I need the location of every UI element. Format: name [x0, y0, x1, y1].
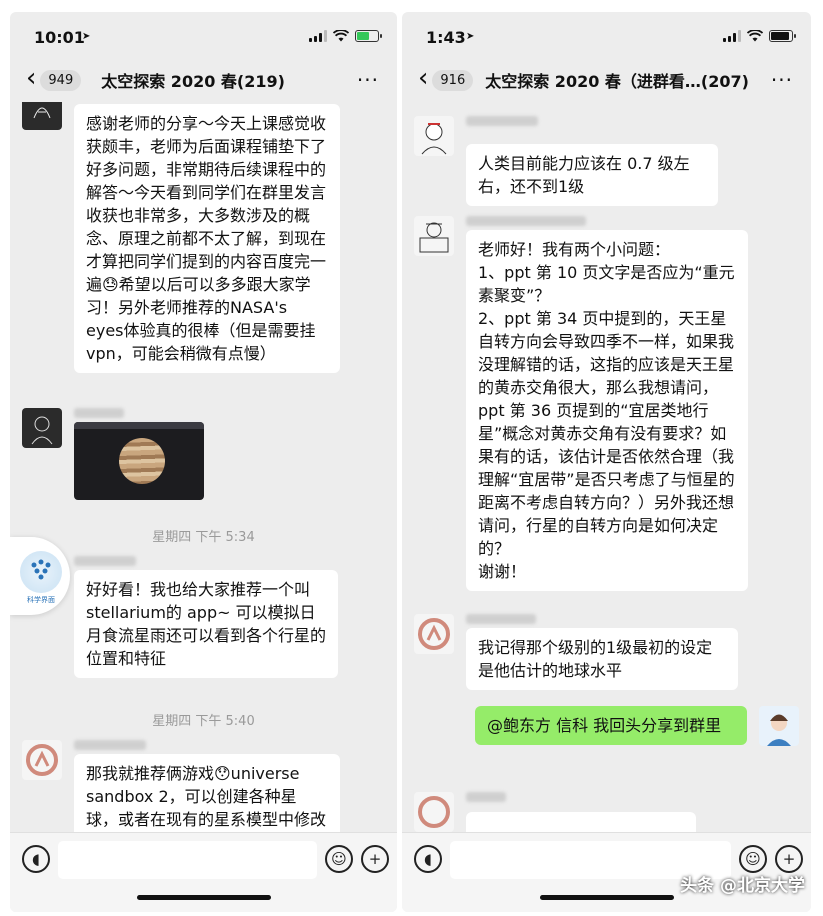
message-bubble[interactable]: 我记得那个级别的1级最初的设定是他估计的地球水平 [466, 628, 738, 690]
avatar[interactable] [414, 614, 454, 654]
more-icon[interactable]: ··· [771, 68, 793, 92]
message-bubble[interactable]: 感谢老师的分享～今天上课感觉收获颇丰，老师为后面课程铺垫下了好多问题，非常期待后… [74, 104, 340, 373]
battery-icon [355, 30, 382, 42]
more-icon[interactable]: ··· [357, 68, 379, 92]
wifi-icon [333, 30, 349, 42]
home-indicator [136, 895, 271, 900]
avatar[interactable] [414, 216, 454, 256]
message-list[interactable]: 感谢老师的分享～今天上课感觉收获颇丰，老师为后面课程铺垫下了好多问题，非常期待后… [10, 102, 397, 832]
right-phone-screenshot: 1:43 ➤ ‹ 916 太空探索 2020 春（进群看…(207) ··· 人… [402, 12, 811, 912]
status-bar: 10:01 ➤ [10, 12, 397, 58]
signal-icon [309, 30, 327, 42]
avatar[interactable] [414, 792, 454, 832]
message-bubble[interactable]: 好好看！我也给大家推荐一个叫stellarium的 app~ 可以模拟日月食流星… [74, 570, 338, 678]
unread-count-badge: 916 [432, 69, 474, 91]
signal-icon [723, 30, 741, 42]
location-arrow-icon: ➤ [82, 31, 91, 42]
plus-icon[interactable]: + [775, 845, 803, 873]
message-bubble[interactable]: 人类目前能力应该在 0.7 级左右，还不到1级 [466, 144, 718, 206]
message-bubble-self[interactable]: @鲍东方 信科 我回头分享到群里 [475, 706, 747, 745]
sender-name-blurred [74, 556, 136, 566]
chat-nav-bar: ‹ 916 太空探索 2020 春（进群看…(207) ··· [402, 60, 811, 100]
jupiter-image[interactable] [74, 422, 204, 500]
sender-name-blurred [466, 614, 536, 624]
sender-name-blurred [466, 792, 506, 802]
avatar[interactable] [414, 116, 454, 156]
sender-name-blurred [74, 408, 124, 418]
voice-icon[interactable]: ◖ [414, 845, 442, 873]
wifi-icon [747, 30, 763, 42]
avatar-self[interactable] [759, 706, 799, 746]
avatar[interactable] [22, 408, 62, 448]
plus-icon[interactable]: + [361, 845, 389, 873]
timestamp: 星期四 下午 5:34 [152, 530, 255, 545]
logo-caption: 科学界面 [27, 596, 55, 604]
message-bubble[interactable]: 老师好！我有两个小问题： 1、ppt 第 10 页文字是否应为“重元素聚变”？ … [466, 230, 748, 591]
message-item-self: @鲍东方 信科 我回头分享到群里 [459, 706, 799, 770]
voice-icon[interactable]: ◖ [22, 845, 50, 873]
science-logo-icon [20, 551, 62, 593]
back-button[interactable]: ‹ 949 [26, 65, 82, 91]
chat-title: 太空探索 2020 春(219) [101, 72, 285, 91]
chat-input-bar: ◖ ☺ + [10, 832, 397, 912]
jupiter-planet [119, 438, 165, 484]
sender-name-blurred [466, 216, 586, 226]
watermark: 头条 @北京大学 [680, 876, 805, 896]
message-bubble[interactable]: 那我就推荐俩游戏😯universe sandbox 2，可以创建各种星球，或者在… [74, 754, 340, 832]
home-indicator [539, 895, 674, 900]
unread-count-badge: 949 [40, 69, 82, 91]
avatar[interactable] [22, 102, 62, 130]
chat-title: 太空探索 2020 春（进群看…(207) [485, 72, 749, 91]
status-time: 10:01 [34, 28, 85, 47]
status-time: 1:43 [426, 28, 466, 47]
back-chevron-icon: ‹ [26, 63, 37, 93]
back-chevron-icon: ‹ [418, 63, 429, 93]
left-phone-screenshot: 10:01 ➤ ‹ 949 太空探索 2020 春(219) ··· 感谢老师的… [10, 12, 397, 912]
location-arrow-icon: ➤ [466, 31, 475, 42]
emoji-icon[interactable]: ☺ [325, 845, 353, 873]
message-bubble-truncated[interactable] [466, 812, 696, 832]
avatar[interactable] [22, 740, 62, 780]
battery-icon [769, 30, 796, 42]
back-button[interactable]: ‹ 916 [418, 65, 474, 91]
timestamp: 星期四 下午 5:40 [152, 714, 255, 729]
status-bar: 1:43 ➤ [402, 12, 811, 58]
chat-nav-bar: ‹ 949 太空探索 2020 春(219) ··· [10, 60, 397, 100]
sender-name-blurred [466, 116, 538, 126]
message-list[interactable]: 人类目前能力应该在 0.7 级左右，还不到1级 老师好！我有两个小问题： 1、p… [402, 102, 811, 832]
sender-name-blurred [74, 740, 146, 750]
message-input[interactable] [58, 841, 317, 879]
emoji-icon[interactable]: ☺ [739, 845, 767, 873]
